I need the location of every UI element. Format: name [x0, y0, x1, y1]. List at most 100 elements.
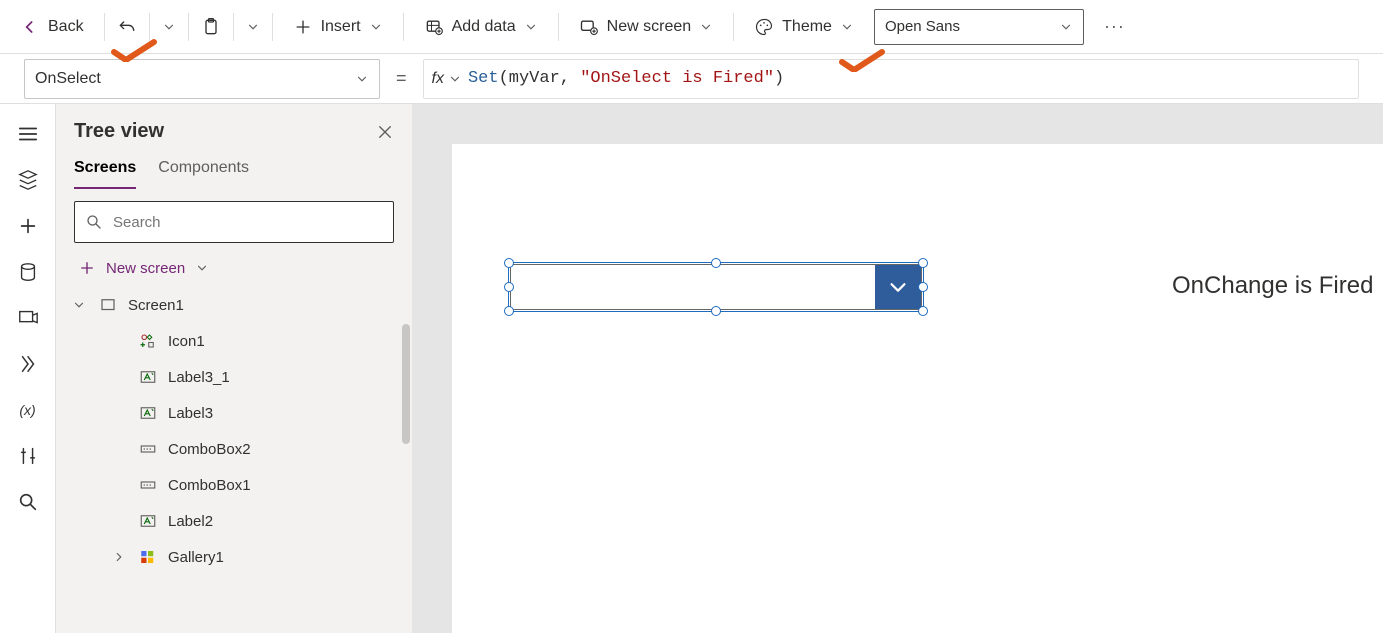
- close-icon[interactable]: [376, 123, 394, 141]
- divider: [733, 13, 734, 41]
- resize-handle[interactable]: [918, 282, 928, 292]
- insert-button[interactable]: Insert: [285, 13, 391, 41]
- divider: [188, 13, 189, 41]
- chevron-down-icon: [1059, 20, 1073, 34]
- chevron-down-icon: [369, 20, 383, 34]
- annotation-check-icon: [838, 48, 886, 72]
- back-button[interactable]: Back: [12, 13, 92, 41]
- tab-screens[interactable]: Screens: [74, 151, 136, 189]
- insert-label: Insert: [321, 18, 361, 36]
- combobox-dropdown-button[interactable]: [875, 265, 921, 309]
- plus-icon: [78, 259, 96, 277]
- combobox-icon: [138, 439, 158, 459]
- add-data-button[interactable]: Add data: [416, 13, 546, 41]
- chevron-down-icon[interactable]: [72, 298, 88, 312]
- annotation-check-icon: [110, 38, 158, 62]
- resize-handle[interactable]: [711, 306, 721, 316]
- iconset-icon: [138, 331, 158, 351]
- font-name: Open Sans: [885, 18, 960, 35]
- node-label: Screen1: [128, 297, 184, 314]
- theme-button[interactable]: Theme: [746, 13, 862, 41]
- undo-icon[interactable]: [117, 17, 137, 37]
- combobox-icon: [138, 475, 158, 495]
- resize-handle[interactable]: [918, 258, 928, 268]
- new-screen-button[interactable]: New screen: [571, 13, 721, 41]
- label-icon: [138, 403, 158, 423]
- flows-rail-icon[interactable]: [16, 352, 40, 376]
- property-name: OnSelect: [35, 70, 101, 88]
- resize-handle[interactable]: [504, 282, 514, 292]
- resize-handle[interactable]: [918, 306, 928, 316]
- tree-node-icon[interactable]: Icon1: [56, 323, 412, 359]
- hamburger-icon[interactable]: [16, 122, 40, 146]
- chevron-right-icon[interactable]: [112, 550, 128, 564]
- fx-button[interactable]: fx: [432, 70, 462, 88]
- undo-dropdown-icon[interactable]: [162, 20, 176, 34]
- tree-view-icon[interactable]: [16, 168, 40, 192]
- artboard[interactable]: OnChange is Fired: [452, 144, 1383, 633]
- divider: [149, 13, 150, 41]
- data-rail-icon[interactable]: [16, 260, 40, 284]
- chevron-down-icon: [448, 72, 462, 86]
- media-rail-icon[interactable]: [16, 306, 40, 330]
- formula-text[interactable]: Set(myVar, "OnSelect is Fired"): [468, 69, 784, 88]
- tree-node-gallery[interactable]: Gallery1: [56, 539, 412, 575]
- resize-handle[interactable]: [504, 306, 514, 316]
- new-screen-tree-button[interactable]: New screen: [56, 255, 412, 285]
- tree-node-label[interactable]: Label3_1: [56, 359, 412, 395]
- variables-label: (x): [19, 402, 35, 418]
- property-selector[interactable]: OnSelect: [24, 59, 380, 99]
- tree-panel: Tree view Screens Components New screen: [56, 104, 412, 633]
- canvas: OnChange is Fired: [412, 104, 1383, 633]
- node-label: Icon1: [168, 333, 205, 350]
- screen-icon: [98, 295, 118, 315]
- insert-rail-icon[interactable]: [16, 214, 40, 238]
- formula-bar: OnSelect = fx Set(myVar, "OnSelect is Fi…: [0, 54, 1383, 104]
- new-screen-tree-label: New screen: [106, 260, 185, 277]
- gallery-icon: [138, 547, 158, 567]
- search-box[interactable]: [74, 201, 394, 243]
- data-icon: [424, 17, 444, 37]
- resize-handle[interactable]: [504, 258, 514, 268]
- tree-node-combobox[interactable]: ComboBox1: [56, 467, 412, 503]
- main-area: (x) Tree view Screens Components: [0, 104, 1383, 633]
- tree-tabs: Screens Components: [56, 151, 412, 189]
- node-label: Label2: [168, 513, 213, 530]
- paste-icon[interactable]: [201, 17, 221, 37]
- scrollbar[interactable]: [402, 324, 410, 444]
- search-rail-icon[interactable]: [16, 490, 40, 514]
- divider: [233, 13, 234, 41]
- plus-icon: [293, 17, 313, 37]
- combobox-control[interactable]: [510, 264, 922, 310]
- resize-handle[interactable]: [711, 258, 721, 268]
- font-selector[interactable]: Open Sans: [874, 9, 1084, 45]
- paste-dropdown-icon[interactable]: [246, 20, 260, 34]
- chevron-down-icon: [840, 20, 854, 34]
- tree-node-combobox[interactable]: ComboBox2: [56, 431, 412, 467]
- divider: [558, 13, 559, 41]
- more-button[interactable]: ···: [1104, 16, 1125, 37]
- new-screen-icon: [579, 17, 599, 37]
- node-label: Gallery1: [168, 549, 224, 566]
- combobox-input[interactable]: [511, 265, 875, 309]
- variables-rail-icon[interactable]: (x): [16, 398, 40, 422]
- tree-nodes: Screen1 Icon1 L: [56, 285, 412, 577]
- fx-label: fx: [432, 70, 444, 88]
- tree-node-label[interactable]: Label3: [56, 395, 412, 431]
- tree-node-label[interactable]: Label2: [56, 503, 412, 539]
- tools-rail-icon[interactable]: [16, 444, 40, 468]
- new-screen-label: New screen: [607, 18, 691, 36]
- divider: [104, 13, 105, 41]
- tree-node-screen[interactable]: Screen1: [56, 287, 412, 323]
- chevron-down-icon: [195, 261, 209, 275]
- chevron-down-icon: [355, 72, 369, 86]
- tab-components[interactable]: Components: [158, 151, 249, 189]
- add-data-label: Add data: [452, 18, 516, 36]
- left-rail: (x): [0, 104, 56, 633]
- node-label: ComboBox2: [168, 441, 251, 458]
- back-label: Back: [48, 18, 84, 36]
- formula-editor[interactable]: fx Set(myVar, "OnSelect is Fired"): [423, 59, 1359, 99]
- palette-icon: [754, 17, 774, 37]
- search-input[interactable]: [111, 213, 383, 232]
- label-icon: [138, 367, 158, 387]
